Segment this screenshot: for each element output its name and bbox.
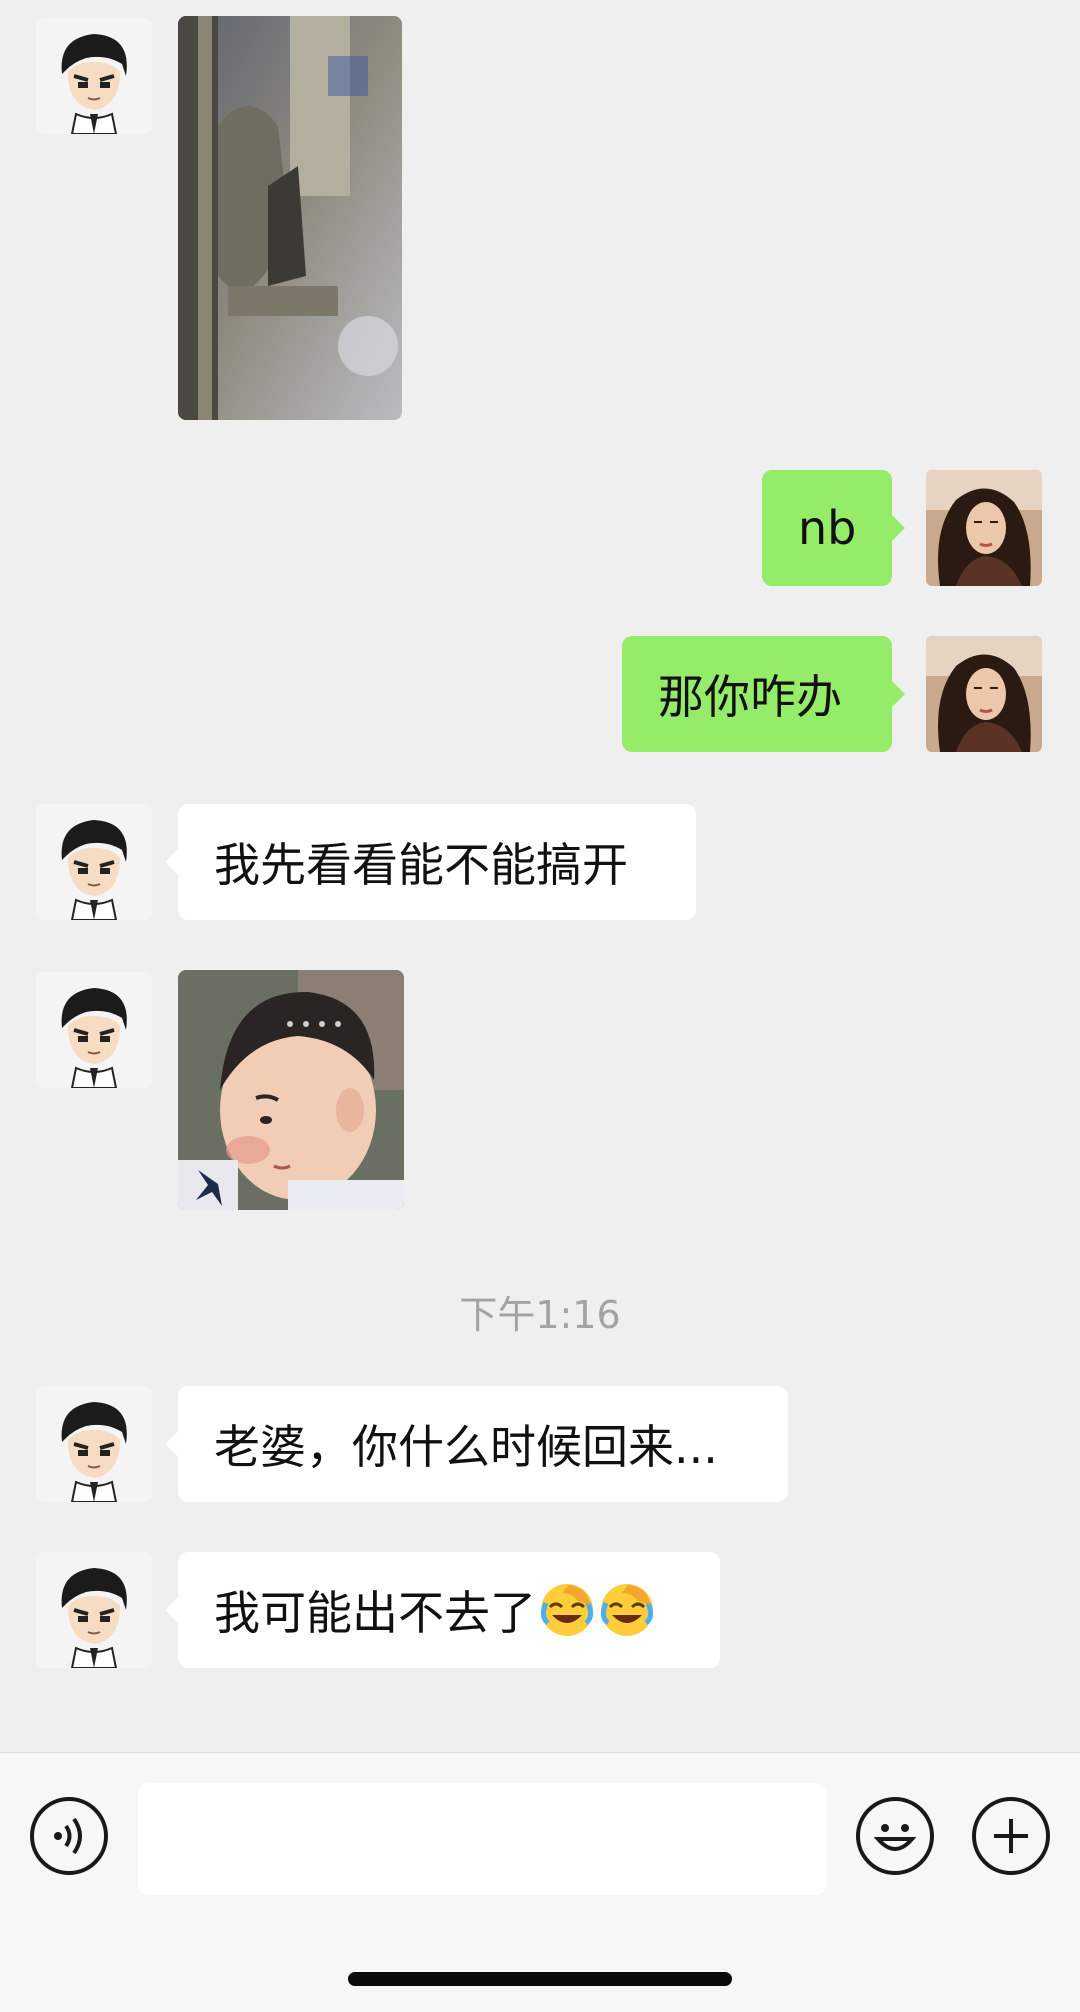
chat-screen: nb 那你咋办 我先看看能不能搞开 下午1:16 老婆，你什么时候回来... 我…: [0, 0, 1080, 2012]
my-avatar[interactable]: [926, 636, 1042, 752]
outgoing-message-bubble[interactable]: 那你咋办: [622, 636, 905, 752]
sticker-icon: [178, 970, 404, 1210]
more-button[interactable]: [972, 1797, 1050, 1875]
sticker-message[interactable]: [178, 970, 404, 1210]
voice-icon: [54, 1817, 82, 1855]
emoji-button[interactable]: [856, 1797, 934, 1875]
contact-avatar[interactable]: [36, 1552, 152, 1668]
message-text: 我先看看能不能搞开: [214, 838, 628, 892]
image-message[interactable]: [178, 16, 402, 420]
photo-icon: [178, 16, 402, 420]
contact-avatar[interactable]: [36, 972, 152, 1088]
home-indicator[interactable]: [348, 1972, 732, 1986]
incoming-message-bubble[interactable]: 老婆，你什么时候回来...: [165, 1386, 788, 1502]
contact-avatar[interactable]: [36, 1386, 152, 1502]
contact-avatar[interactable]: [36, 18, 152, 134]
message-input[interactable]: [138, 1783, 826, 1895]
message-text: 老婆，你什么时候回来...: [214, 1420, 718, 1474]
facepalm-laugh-emoji-icon: [540, 1584, 594, 1636]
outgoing-message-bubble[interactable]: nb: [762, 470, 905, 586]
message-timestamp: 下午1:16: [459, 1293, 621, 1337]
message-text: nb: [798, 501, 857, 555]
facepalm-laugh-emoji-icon: [600, 1584, 654, 1636]
incoming-message-bubble[interactable]: 我可能出不去了: [165, 1552, 720, 1668]
smiley-icon: [873, 1824, 917, 1851]
contact-avatar[interactable]: [36, 804, 152, 920]
message-text: 我可能出不去了: [214, 1586, 536, 1640]
voice-button[interactable]: [30, 1797, 108, 1875]
plus-icon: [994, 1819, 1028, 1853]
my-avatar[interactable]: [926, 470, 1042, 586]
incoming-message-bubble[interactable]: 我先看看能不能搞开: [165, 804, 696, 920]
message-text: 那你咋办: [658, 670, 842, 724]
